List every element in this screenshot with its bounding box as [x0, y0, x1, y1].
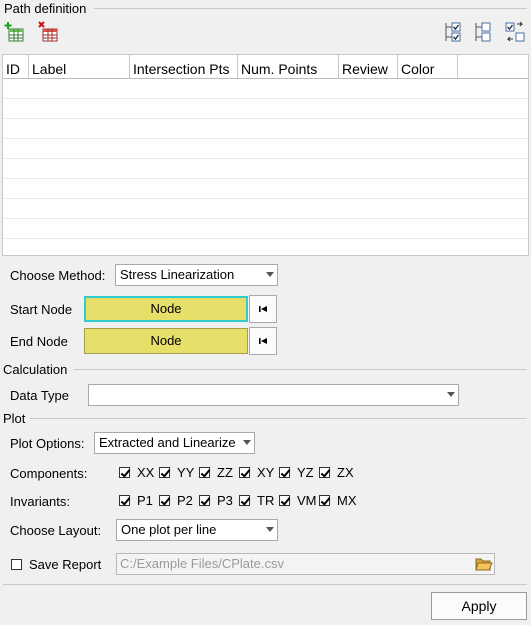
end-node-button[interactable]: Node: [84, 328, 248, 354]
components-checkbox-2[interactable]: [199, 467, 210, 478]
chevron-down-icon: [266, 527, 274, 532]
components-checkbox-0[interactable]: [119, 467, 130, 478]
components-checkbox-5[interactable]: [319, 467, 330, 478]
end-node-label: End Node: [10, 334, 68, 349]
plot-options-value: Extracted and Linearize: [99, 435, 236, 450]
chevron-down-icon: [447, 392, 455, 397]
path-definition-title: Path definition: [4, 1, 87, 16]
divider: [74, 369, 527, 370]
invariants-checkbox-4[interactable]: [279, 495, 290, 506]
components-label: Components:: [10, 466, 88, 481]
choose-layout-select[interactable]: One plot per line: [116, 519, 278, 541]
choose-layout-label: Choose Layout:: [10, 523, 102, 538]
apply-button[interactable]: Apply: [431, 592, 527, 620]
save-report-label: Save Report: [29, 557, 102, 572]
add-table-icon[interactable]: [4, 21, 26, 43]
choose-method-value: Stress Linearization: [120, 267, 235, 282]
end-node-reset-button[interactable]: [249, 327, 277, 355]
column-header-label[interactable]: Label: [29, 55, 130, 79]
first-record-icon: [259, 306, 267, 312]
choose-method-label: Choose Method:: [10, 268, 106, 283]
delete-table-icon[interactable]: [38, 21, 60, 43]
invariants-label-3: TR: [257, 493, 275, 508]
components-checkbox-3[interactable]: [239, 467, 250, 478]
calculation-title: Calculation: [3, 362, 68, 377]
invariants-checkbox-0[interactable]: [119, 495, 130, 506]
row-divider: [3, 98, 528, 99]
invariants-label-4: VM: [297, 493, 317, 508]
column-header-id[interactable]: ID: [3, 55, 29, 79]
invariants-checkbox-1[interactable]: [159, 495, 170, 506]
first-record-icon: [259, 338, 267, 344]
invariants-checkbox-5[interactable]: [319, 495, 330, 506]
row-divider: [3, 178, 528, 179]
chevron-down-icon: [243, 440, 251, 445]
row-divider: [3, 198, 528, 199]
components-label-0: XX: [137, 465, 155, 480]
chevron-down-icon: [266, 272, 274, 277]
components-label-5: ZX: [337, 465, 354, 480]
data-type-select[interactable]: [88, 384, 459, 406]
invariants-checkbox-2[interactable]: [199, 495, 210, 506]
invariants-label-1: P2: [177, 493, 193, 508]
invariants-label-5: MX: [337, 493, 357, 508]
components-label-3: XY: [257, 465, 275, 480]
path-table[interactable]: ID Label Intersection Pts Num. Points Re…: [2, 54, 529, 256]
divider: [30, 418, 527, 419]
column-header-num-points[interactable]: Num. Points: [238, 55, 339, 79]
components-checkbox-4[interactable]: [279, 467, 290, 478]
start-node-label: Start Node: [10, 302, 73, 317]
invariants-label: Invariants:: [10, 494, 70, 509]
invariants-checkbox-3[interactable]: [239, 495, 250, 506]
column-header-review[interactable]: Review: [339, 55, 398, 79]
data-type-label: Data Type: [10, 388, 70, 403]
row-divider: [3, 158, 528, 159]
components-label-2: ZZ: [217, 465, 233, 480]
save-report-checkbox[interactable]: [11, 559, 22, 570]
report-path-field[interactable]: C:/Example Files/CPlate.csv: [116, 553, 495, 575]
row-divider: [3, 138, 528, 139]
column-header-intersection-pts[interactable]: Intersection Pts: [130, 55, 238, 79]
check-list-icon[interactable]: [443, 21, 465, 43]
choose-layout-value: One plot per line: [121, 522, 217, 537]
column-header-color[interactable]: Color: [398, 55, 458, 79]
divider: [3, 584, 527, 585]
invariants-label-2: P3: [217, 493, 233, 508]
swap-check-icon[interactable]: [504, 21, 526, 43]
start-node-reset-button[interactable]: [249, 295, 277, 323]
row-divider: [3, 218, 528, 219]
table-header: ID Label Intersection Pts Num. Points Re…: [3, 55, 528, 79]
components-label-1: YY: [177, 465, 195, 480]
components-label-4: YZ: [297, 465, 314, 480]
plot-options-label: Plot Options:: [10, 436, 85, 451]
choose-method-select[interactable]: Stress Linearization: [115, 264, 278, 286]
components-checkbox-1[interactable]: [159, 467, 170, 478]
divider: [94, 8, 527, 9]
tree-list-icon[interactable]: [473, 21, 495, 43]
folder-open-icon[interactable]: [475, 556, 493, 572]
report-path-value: C:/Example Files/CPlate.csv: [120, 556, 284, 571]
invariants-label-0: P1: [137, 493, 153, 508]
row-divider: [3, 118, 528, 119]
plot-title: Plot: [3, 411, 26, 426]
row-divider: [3, 238, 528, 239]
start-node-button[interactable]: Node: [84, 296, 248, 322]
plot-options-select[interactable]: Extracted and Linearize: [94, 432, 255, 454]
